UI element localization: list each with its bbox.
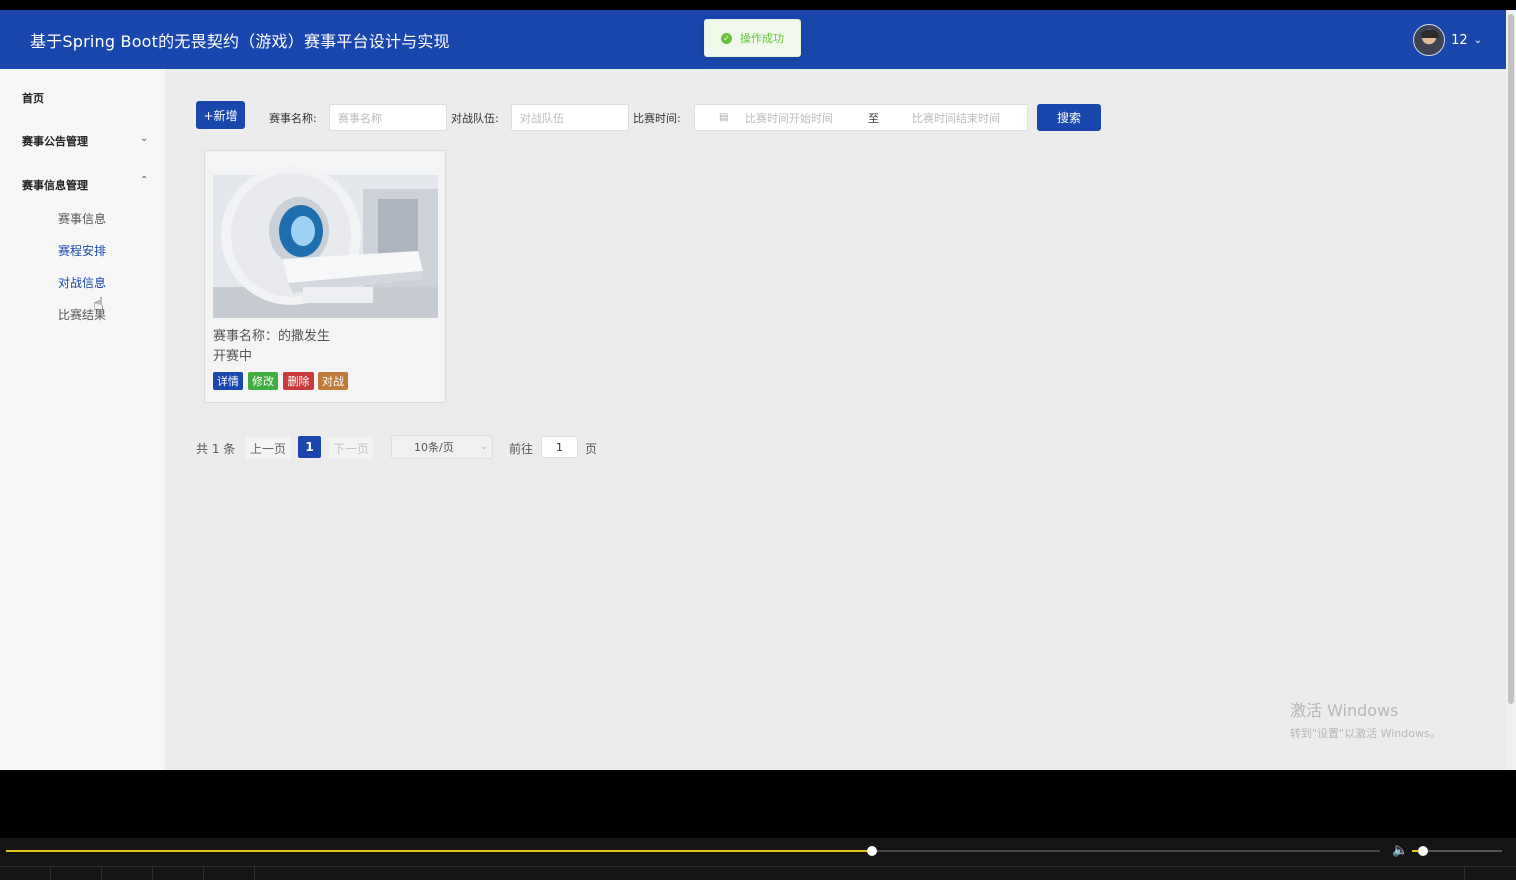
segment-divider [1464,867,1465,880]
volume-slider[interactable] [1412,846,1502,856]
segment-divider [50,867,51,880]
vertical-scrollbar[interactable] [1506,10,1516,770]
name-search-input[interactable]: 赛事名称 [329,104,447,131]
delete-button[interactable]: 删除 [283,372,314,390]
team-search-placeholder: 对战队伍 [520,111,564,125]
user-menu[interactable]: 12 ⌄ [1413,24,1482,56]
sidebar-item-home[interactable]: 首页 [22,90,44,106]
goto-page-input[interactable]: 1 [541,436,578,458]
calendar-icon: ▤ [719,112,729,123]
time-filter-label: 比赛时间: [633,112,681,125]
search-button[interactable]: 搜索 [1037,104,1101,131]
team-filter-label: 对战队伍: [451,112,499,125]
page-suffix-label: 页 [585,442,598,456]
watermark-line1: 激活 Windows [1290,701,1399,720]
segment-divider [203,867,204,880]
seek-bar[interactable] [6,846,1380,856]
name-filter-label: 赛事名称: [269,112,317,125]
date-range-picker[interactable]: ▤ 比赛时间开始时间 至 比赛时间结束时间 [694,104,1028,131]
mri-machine-image [213,159,438,318]
user-name[interactable]: 12 [1451,33,1468,48]
check-circle-icon: ✓ [721,32,732,44]
end-date-placeholder[interactable]: 比赛时间结束时间 [912,110,1000,126]
top-header: 基于Spring Boot的无畏契约（游戏）赛事平台设计与实现 ✓ 操作成功 1… [0,10,1506,69]
chevron-down-icon: ⌄ [480,442,488,452]
event-card: 赛事名称：的撒发生 开赛中 详情 修改 删除 对战 [204,150,446,403]
chevron-down-icon[interactable]: ⌄ [1474,35,1482,46]
mouse-cursor-icon: ☝ [93,294,104,315]
event-name: 赛事名称：的撒发生 [213,329,331,344]
volume-icon[interactable]: 🔈 [1392,843,1408,858]
chevron-down-icon: ⌄ [140,133,149,144]
edit-button[interactable]: 修改 [248,372,278,390]
page-size-value: 10条/页 [414,441,454,454]
app-title: 基于Spring Boot的无畏契约（游戏）赛事平台设计与实现 [30,32,450,51]
start-date-placeholder[interactable]: 比赛时间开始时间 [745,110,833,126]
detail-button[interactable]: 详情 [213,372,243,390]
seek-knob[interactable] [866,846,877,856]
current-page-button[interactable]: 1 [298,436,321,458]
sidebar-item-info-management[interactable]: 赛事信息管理 ⌃ [22,175,148,193]
battle-button[interactable]: 对战 [318,372,348,390]
name-search-placeholder: 赛事名称 [338,111,382,125]
sidebar-item-notice-management[interactable]: 赛事公告管理 ⌄ [22,133,148,149]
event-status: 开赛中 [213,349,253,364]
range-separator: 至 [868,111,879,125]
next-page-button[interactable]: 下一页 [329,437,373,459]
event-image [213,159,438,318]
segment-divider [152,867,153,880]
sidebar-item-label: 首页 [22,92,44,105]
seek-bar-progress [6,850,872,852]
segment-divider [101,867,102,880]
segment-divider [254,867,255,880]
team-search-input[interactable]: 对战队伍 [511,104,629,131]
app-viewport: 基于Spring Boot的无畏契约（游戏）赛事平台设计与实现 ✓ 操作成功 1… [0,10,1506,770]
success-toast: ✓ 操作成功 [704,19,801,57]
sidebar-item-label: 赛事信息管理 [22,179,88,192]
avatar[interactable] [1413,24,1446,56]
windows-activation-watermark: 激活 Windows 转到"设置"以激活 Windows。 [1290,697,1441,741]
toast-text: 操作成功 [740,32,784,45]
video-player-controls: 🔈 [0,838,1516,880]
chevron-up-icon: ⌃ [140,175,149,186]
sidebar-item-event-info[interactable]: 赛事信息 [58,210,106,227]
scrollbar-thumb[interactable] [1508,14,1514,704]
prev-page-button[interactable]: 上一页 [246,437,290,459]
sidebar-item-schedule[interactable]: 赛程安排 [58,242,106,259]
sidebar: 首页 赛事公告管理 ⌄ 赛事信息管理 ⌃ 赛事信息 赛程安排 对战信息 比赛结果 [0,69,165,770]
player-bottom-bar [0,866,1516,880]
volume-knob[interactable] [1417,846,1428,856]
sidebar-item-label: 赛事公告管理 [22,135,88,148]
page-size-select[interactable]: 10条/页 ⌄ [391,435,493,459]
goto-label: 前往 [509,442,534,456]
pagination-total: 共 1 条 [196,442,236,456]
add-button[interactable]: +新增 [196,101,245,129]
sidebar-item-battle-info[interactable]: 对战信息 [58,274,106,291]
watermark-line2: 转到"设置"以激活 Windows。 [1290,727,1441,740]
